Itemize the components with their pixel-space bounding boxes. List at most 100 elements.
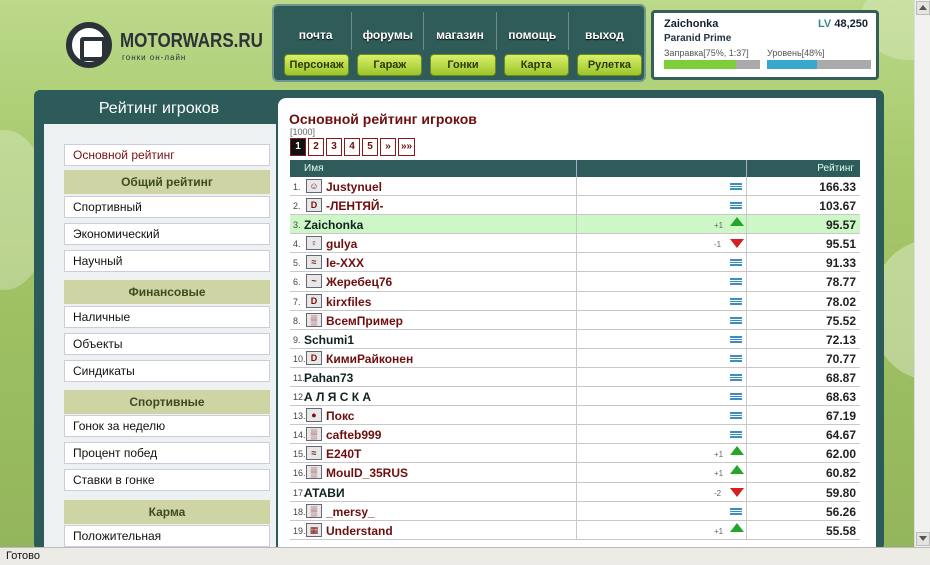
avatar[interactable]: ☺	[306, 179, 322, 193]
page-4[interactable]: 4	[344, 138, 360, 156]
player-name[interactable]: Understand	[326, 524, 393, 538]
player-rating: 95.57	[825, 218, 856, 233]
row-rank: 14.	[293, 430, 306, 441]
table-row: 1. ☺ Justynuel 166.33	[290, 177, 860, 197]
avatar[interactable]: ≈	[306, 446, 322, 461]
user-car[interactable]: Paranid Prime	[664, 33, 731, 44]
row-rank: 8.	[293, 315, 301, 326]
races-button[interactable]: Гонки	[430, 54, 496, 76]
column-name[interactable]: Имя	[304, 163, 323, 174]
avatar[interactable]: ▒	[306, 503, 322, 518]
nav-logout[interactable]: выход	[569, 12, 640, 50]
row-rank: 13.	[293, 411, 306, 422]
sidebar-item-objects[interactable]: Объекты	[64, 333, 270, 355]
player-name[interactable]: le-XXX	[326, 256, 364, 270]
row-rank: 2.	[293, 201, 301, 212]
table-row: 15. ≈ E240T +1 62.00	[290, 444, 860, 464]
trend-stay-icon	[730, 431, 742, 439]
avatar[interactable]: ●	[306, 408, 322, 423]
scroll-up-icon[interactable]	[916, 1, 930, 15]
site-logo[interactable]: MOTORWARS.RU гонки он-лайн	[66, 22, 263, 70]
player-name[interactable]: Schumi1	[304, 333, 354, 347]
avatar[interactable]: ▦	[306, 522, 322, 537]
trend-up-icon	[730, 446, 744, 456]
sidebar-item-science[interactable]: Научный	[64, 250, 270, 272]
player-name[interactable]: А Л Я С К А	[304, 390, 371, 404]
player-name[interactable]: -ЛЕНТЯЙ-	[326, 199, 384, 213]
rank-delta: +1	[714, 221, 724, 231]
scroll-down-icon[interactable]	[916, 532, 930, 546]
player-name[interactable]: MoulD_35RUS	[326, 466, 408, 480]
table-row: 6. ~ Жеребец76 78.77	[290, 272, 860, 292]
garage-button[interactable]: Гараж	[357, 54, 423, 76]
avatar[interactable]: D	[306, 293, 322, 308]
sidebar-item-race-bets[interactable]: Ставки в гонке	[64, 469, 270, 491]
sidebar-item-win-percent[interactable]: Процент побед	[64, 442, 270, 464]
nav-forums[interactable]: форумы	[352, 12, 425, 50]
sidebar-item-syndicates[interactable]: Синдикаты	[64, 360, 270, 382]
trend-up-icon	[730, 522, 744, 532]
player-name[interactable]: ВсемПример	[326, 314, 403, 328]
nav-shop[interactable]: магазин	[424, 12, 497, 50]
trend-stay-icon	[730, 335, 742, 343]
page-3[interactable]: 3	[326, 138, 342, 156]
sidebar-item-positive[interactable]: Положительная	[64, 525, 270, 547]
avatar[interactable]: D	[306, 198, 322, 213]
table-row: 10. D КимиРайконен 70.77	[290, 348, 860, 368]
player-name[interactable]: cafteb999	[326, 428, 381, 442]
player-name[interactable]: АТАВИ	[304, 486, 345, 500]
avatar[interactable]: ≈	[306, 255, 322, 270]
player-name[interactable]: Pahan73	[304, 371, 353, 385]
user-panel: Zaichonka LV 48,250 Paranid Prime Заправ…	[651, 10, 879, 80]
row-rank: 7.	[293, 296, 301, 307]
avatar[interactable]: ▒	[306, 465, 322, 480]
player-rating: 64.67	[825, 428, 856, 443]
sidebar-item-main-rating[interactable]: Основной рейтинг	[64, 144, 270, 166]
rank-delta: +1	[714, 469, 724, 479]
avatar[interactable]: ~	[306, 274, 322, 289]
sidebar-item-sport[interactable]: Спортивный	[64, 196, 270, 218]
avatar[interactable]: D	[306, 350, 322, 365]
page-5[interactable]: 5	[362, 138, 378, 156]
character-button[interactable]: Персонаж	[284, 54, 350, 76]
roulette-button[interactable]: Рулетка	[576, 54, 643, 76]
avatar[interactable]: ▒	[306, 312, 322, 327]
nav-mail[interactable]: почта	[280, 12, 353, 50]
avatar[interactable]: ♀	[306, 236, 322, 251]
scrollbar[interactable]	[914, 0, 930, 547]
nav-help[interactable]: помощь	[497, 12, 569, 50]
trend-stay-icon	[730, 412, 742, 420]
page-2[interactable]: 2	[308, 138, 324, 156]
row-rank: 1.	[293, 182, 301, 192]
level-label: LV	[818, 18, 832, 30]
column-rating[interactable]: Рейтинг	[817, 163, 854, 174]
sidebar-item-cash[interactable]: Наличные	[64, 306, 270, 328]
trend-stay-icon	[730, 507, 742, 515]
table-row: 13. ● Покс 67.19	[290, 406, 860, 426]
user-nick[interactable]: Zaichonka	[664, 18, 718, 30]
sidebar-item-weekly-races[interactable]: Гонок за неделю	[64, 415, 270, 437]
player-name[interactable]: Жеребец76	[326, 275, 392, 289]
page-next[interactable]: »	[380, 138, 396, 156]
sidebar-item-economic[interactable]: Экономический	[64, 223, 270, 245]
player-name[interactable]: _mersy_	[326, 505, 375, 519]
player-rating: 78.77	[825, 275, 856, 290]
user-level: LV 48,250	[818, 18, 868, 30]
player-name[interactable]: gulya	[326, 237, 357, 251]
page-1[interactable]: 1	[290, 138, 306, 156]
player-rating: 78.02	[825, 294, 856, 309]
map-button[interactable]: Карта	[503, 54, 569, 76]
row-rank: 3.	[293, 220, 301, 231]
player-name[interactable]: Покс	[326, 409, 354, 423]
avatar[interactable]: ▒	[306, 427, 322, 442]
level-value: 48,250	[834, 18, 868, 30]
player-name[interactable]: КимиРайконен	[326, 352, 413, 366]
player-name[interactable]: E240T	[326, 447, 361, 461]
player-name[interactable]: Justynuel	[326, 180, 382, 194]
player-name[interactable]: kirxfiles	[326, 295, 371, 309]
rating-table: 1. ☺ Justynuel 166.33 2. D -ЛЕНТЯЙ- 103.67 3. Zai…	[290, 177, 860, 540]
player-rating: 68.63	[825, 390, 856, 405]
table-row: 12. А Л Я С К А 68.63	[290, 387, 860, 407]
page-last[interactable]: »»	[398, 138, 416, 156]
player-name[interactable]: Zaichonka	[304, 218, 363, 232]
